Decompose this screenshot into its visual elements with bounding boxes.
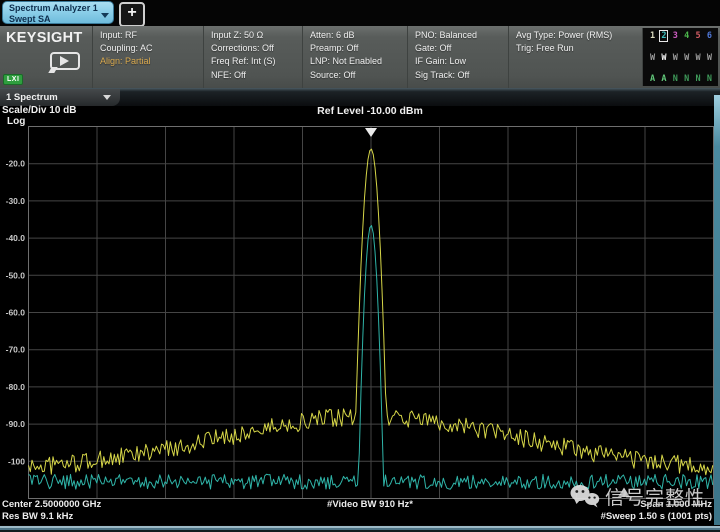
trace-number: 5 (695, 31, 702, 41)
res-bw-label[interactable]: Res BW 9.1 kHz (2, 511, 73, 522)
trace-column[interactable]: 3 W N (670, 31, 681, 84)
chevron-down-icon[interactable] (101, 13, 109, 18)
arrow-icon (60, 56, 69, 66)
trace-number: 2 (660, 31, 667, 41)
status-line: Corrections: Off (211, 42, 302, 55)
svg-text:-70.0: -70.0 (6, 345, 26, 355)
status-line: Atten: 6 dB (310, 29, 407, 42)
status-panel[interactable]: Input Z: 50 Ω Corrections: Off Freq Ref:… (203, 26, 302, 88)
trace-state: N (673, 74, 678, 84)
trace-column[interactable]: 1 W A (647, 31, 658, 84)
add-tab-button[interactable]: + (119, 2, 145, 27)
svg-text:-60.0: -60.0 (6, 308, 26, 318)
status-line: LNP: Not Enabled (310, 55, 407, 68)
status-line: Preamp: Off (310, 42, 407, 55)
status-line: IF Gain: Low (415, 55, 508, 68)
svg-text:-40.0: -40.0 (6, 233, 26, 243)
tab-title-line1: Spectrum Analyzer 1 (9, 3, 107, 14)
trace-type: W (650, 53, 655, 63)
status-line: Sig Track: Off (415, 69, 508, 82)
keysight-logo: KEYSIGHT (6, 30, 92, 46)
brand-block: KEYSIGHT LXI (0, 26, 92, 88)
status-line: Coupling: AC (100, 42, 203, 55)
window-title: 1 Spectrum (6, 92, 58, 103)
svg-text:-50.0: -50.0 (6, 270, 26, 280)
trace-column[interactable]: 6 W N (704, 31, 715, 84)
trace-number: 1 (649, 31, 656, 41)
watermark: 信号完整性 (570, 483, 705, 510)
window-tab-spectrum[interactable]: 1 Spectrum (0, 89, 120, 106)
window-bar: 1 Spectrum (0, 88, 720, 106)
trace-type: W (661, 53, 666, 63)
svg-text:-80.0: -80.0 (6, 382, 26, 392)
trace-state: N (684, 74, 689, 84)
svg-text:-100: -100 (8, 456, 25, 466)
trace-column[interactable]: 4 W N (681, 31, 692, 84)
video-bw-label[interactable]: #Video BW 910 Hz* (250, 499, 490, 510)
trace-type: W (673, 53, 678, 63)
ref-level-label[interactable]: Ref Level -10.00 dBm (250, 105, 490, 117)
wechat-icon (570, 484, 600, 509)
trace-type: W (707, 53, 712, 63)
trace-state: A (661, 74, 666, 84)
footer-row-2: Res BW 9.1 kHz #Sweep 1.50 s (1001 pts) (0, 511, 720, 523)
status-panels: Input: RF Coupling: AC Align: Partial In… (92, 26, 642, 88)
sweep-label[interactable]: #Sweep 1.50 s (1001 pts) (601, 511, 712, 522)
trace-number: 6 (706, 31, 713, 41)
center-frequency-label[interactable]: Center 2.5000000 GHz (2, 499, 101, 510)
trace-type: W (696, 53, 701, 63)
status-line: Source: Off (310, 69, 407, 82)
status-panel[interactable]: Input: RF Coupling: AC Align: Partial (92, 26, 203, 88)
trace-column[interactable]: 2 W A (658, 31, 669, 84)
status-line: Align: Partial (100, 55, 203, 68)
screen-edge-right (714, 95, 720, 525)
trace-state: N (696, 74, 701, 84)
watermark-text: 信号完整性 (605, 483, 705, 510)
status-header: KEYSIGHT LXI Input: RF Coupling: AC (0, 26, 720, 88)
lxi-badge: LXI (3, 74, 23, 85)
message-bubble-icon[interactable] (50, 52, 80, 70)
trace-column[interactable]: 5 W N (693, 31, 704, 84)
trace-state: N (707, 74, 712, 84)
svg-text:-20.0: -20.0 (6, 159, 26, 169)
bubble-tail (48, 67, 57, 73)
status-panel[interactable]: PNO: Balanced Gate: Off IF Gain: Low Sig… (407, 26, 508, 88)
svg-text:-30.0: -30.0 (6, 196, 26, 206)
spectrum-plot[interactable]: -20.0 -30.0 -40.0 -50.0 -60.0 -70.0 -80.0 -90.0… (0, 120, 720, 506)
trace-state: A (650, 74, 655, 84)
status-line: Avg Type: Power (RMS) (516, 29, 640, 42)
trace-type: W (684, 53, 689, 63)
status-line: Freq Ref: Int (S) (211, 55, 302, 68)
status-line: PNO: Balanced (415, 29, 508, 42)
status-line: Trig: Free Run (516, 42, 640, 55)
trace-status-table: 1 W A 2 W A 3 W N 4 W (642, 28, 718, 86)
status-panel[interactable]: Atten: 6 dB Preamp: Off LNP: Not Enabled… (302, 26, 407, 88)
tab-spectrum-analyzer-1[interactable]: Spectrum Analyzer 1 Swept SA (2, 1, 114, 24)
status-line: NFE: Off (211, 69, 302, 82)
trace-number: 4 (683, 31, 690, 41)
spectrum-analyzer-screen: Spectrum Analyzer 1 Swept SA + KEYSIGHT … (0, 0, 720, 532)
chevron-down-icon[interactable] (103, 95, 111, 100)
status-panel[interactable]: Avg Type: Power (RMS) Trig: Free Run (508, 26, 640, 88)
trace-number: 3 (672, 31, 679, 41)
status-line: Input Z: 50 Ω (211, 29, 302, 42)
status-line: Gate: Off (415, 42, 508, 55)
scale-per-div-label[interactable]: Scale/Div 10 dB (2, 105, 76, 116)
status-line: Input: RF (100, 29, 203, 42)
tab-title-line2: Swept SA (9, 14, 107, 25)
svg-text:-90.0: -90.0 (6, 419, 26, 429)
screen-edge-bottom (0, 525, 720, 532)
app-tab-bar: Spectrum Analyzer 1 Swept SA + (0, 0, 720, 26)
